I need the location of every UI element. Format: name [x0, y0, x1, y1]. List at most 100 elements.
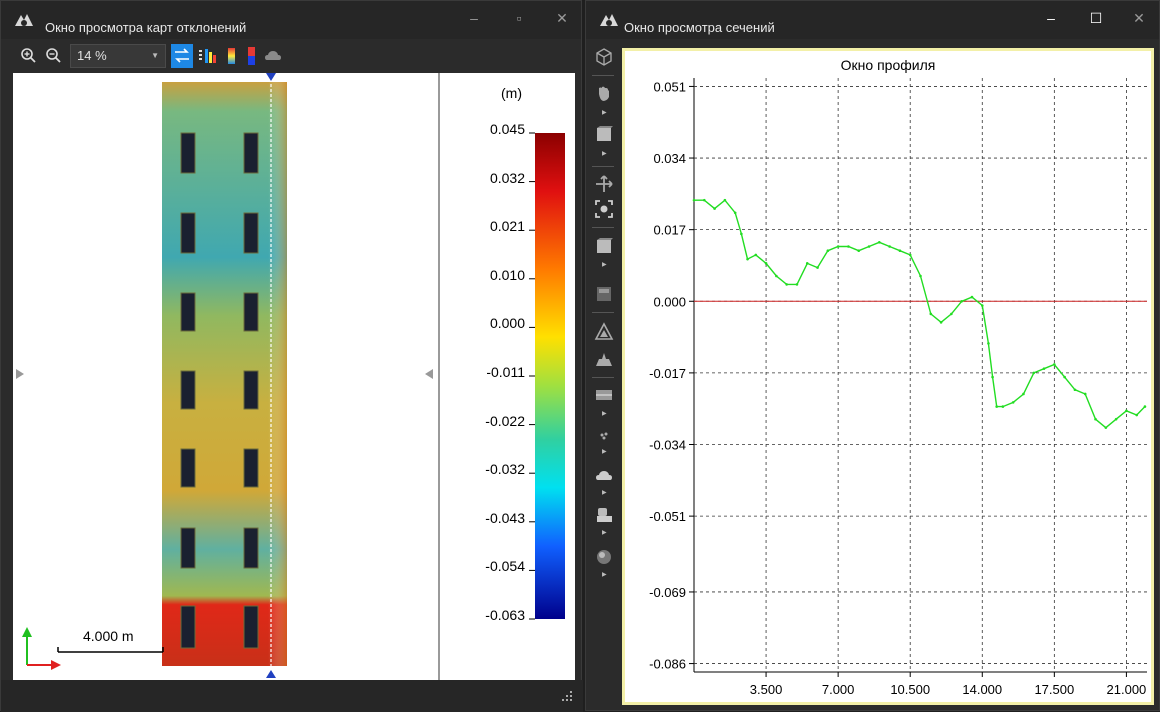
tool-arrow-icon[interactable]: ▶: [602, 529, 607, 536]
minimize-button[interactable]: –: [1038, 7, 1064, 29]
cube-icon[interactable]: [594, 47, 614, 67]
deviation-map-window: Окно просмотра карт отклонений – ▫ ✕ 14 …: [0, 0, 583, 712]
legend-tick-label: -0.054: [485, 558, 525, 575]
profile-data-point: [987, 342, 990, 345]
hand-icon[interactable]: [594, 83, 614, 103]
legend-color-bar: [535, 133, 565, 619]
close-button[interactable]: ✕: [1126, 7, 1152, 29]
profile-data-point: [991, 375, 994, 379]
profile-data-point: [1083, 392, 1087, 396]
plane-icon[interactable]: [594, 385, 614, 405]
tool-arrow-icon[interactable]: ▶: [602, 448, 607, 455]
legend-tick-label: -0.063: [485, 607, 525, 623]
profile-data-point: [995, 405, 998, 408]
zoom-select[interactable]: 14 % ▼: [70, 44, 166, 68]
profile-data-point: [1073, 388, 1077, 392]
profile-data-point: [898, 249, 902, 253]
close-button[interactable]: ✕: [549, 7, 575, 29]
terrain-icon[interactable]: [594, 349, 614, 369]
profile-data-point: [857, 249, 861, 253]
legend-tick-label: -0.043: [485, 509, 525, 526]
profile-data-point: [836, 245, 840, 248]
layer-icon[interactable]: [594, 236, 614, 256]
profile-data-point: [795, 283, 799, 286]
x-tick-label: 14.000: [962, 682, 1002, 697]
box-icon[interactable]: [594, 124, 614, 144]
axis-indicator-icon: [22, 627, 61, 670]
pan-left-arrow[interactable]: [16, 369, 24, 379]
tool-arrow-icon[interactable]: ▶: [602, 109, 607, 116]
profile-data-point: [746, 257, 749, 261]
profile-data-point: [929, 312, 933, 316]
profile-data-point: [775, 274, 778, 278]
section-side-toolbar: ▶ ▶ ▶ ▶ ▶ ▶ ▶ ▶: [586, 39, 620, 599]
deviation-map-titlebar: Окно просмотра карт отклонений – ▫ ✕: [1, 1, 581, 39]
tool-arrow-icon[interactable]: ▶: [602, 410, 607, 417]
section-bottom-marker[interactable]: [266, 670, 276, 678]
minimize-button[interactable]: –: [461, 7, 487, 29]
profile-data-point: [1094, 417, 1097, 421]
y-tick-label: 0.034: [653, 151, 686, 166]
resize-grip-icon[interactable]: [561, 690, 573, 702]
profile-window[interactable]: Окно профиля 0.051 0.034 0.017 0.000 -0.017-…: [622, 48, 1154, 705]
tool-arrow-icon[interactable]: ▶: [602, 150, 607, 157]
profile-data-point: [713, 207, 716, 210]
cloud-icon[interactable]: [594, 465, 614, 485]
zoom-in-icon[interactable]: [19, 45, 39, 67]
cloud-icon[interactable]: [263, 45, 283, 67]
maximize-button[interactable]: ▫: [506, 7, 532, 29]
profile-data-point: [1022, 392, 1025, 396]
tool-arrow-icon[interactable]: ▶: [602, 261, 607, 268]
legend-unit: (m): [501, 85, 522, 101]
section-viewer-window: Окно просмотра сечений – ☐ ✕ ▶ ▶ ▶ ▶ ▶ ▶…: [585, 0, 1160, 711]
fit-icon[interactable]: [594, 199, 614, 219]
legend-tick-label: -0.032: [485, 461, 525, 478]
x-tick-label: 17.500: [1034, 682, 1074, 697]
profile-data-point: [847, 245, 850, 248]
histogram-icon[interactable]: [197, 45, 217, 67]
scanner-icon[interactable]: [594, 505, 614, 525]
x-tick-label: 21.000: [1107, 682, 1147, 697]
profile-data-point: [785, 283, 788, 286]
swap-icon[interactable]: [171, 44, 193, 68]
legend-tick-label: 0.010: [489, 266, 525, 283]
profile-data-point: [1135, 413, 1139, 417]
stack-icon[interactable]: [594, 284, 614, 304]
triangle-icon[interactable]: [594, 322, 614, 342]
maximize-button[interactable]: ☐: [1083, 7, 1109, 29]
x-tick-label: 3.500: [750, 682, 783, 697]
chevron-down-icon: ▼: [151, 51, 159, 60]
y-tick-label: -0.051: [649, 509, 686, 524]
status-bar: [1, 680, 583, 712]
deviation-toolbar: 14 % ▼: [13, 43, 573, 69]
window-title: Окно просмотра карт отклонений: [45, 20, 247, 35]
profile-data-point: [1053, 363, 1056, 366]
tool-arrow-icon[interactable]: ▶: [602, 571, 607, 578]
legend-tick-label: 0.045: [489, 121, 525, 137]
red-blue-scale-icon[interactable]: [242, 45, 262, 67]
tool-arrow-icon[interactable]: ▶: [602, 489, 607, 496]
profile-data-point: [1143, 405, 1147, 408]
move-icon[interactable]: [594, 174, 614, 194]
profile-data-point: [1042, 367, 1046, 370]
legend-tick-label: -0.011: [486, 364, 525, 380]
points-icon[interactable]: [594, 426, 614, 446]
profile-data-point: [867, 245, 871, 248]
profile-data-point: [1032, 371, 1036, 375]
profile-data-point: [754, 253, 758, 257]
app-logo-icon: [15, 14, 33, 26]
profile-data-point: [1125, 409, 1128, 413]
color-scale-icon[interactable]: [222, 45, 242, 67]
profile-data-point: [919, 274, 922, 278]
profile-data-point: [805, 262, 809, 265]
deviation-map-viewport[interactable]: (m) 0.045 0.032 0.021 0.010 0.000 -0.011 -0.02…: [13, 73, 575, 680]
scale-bar-label: 4.000 m: [83, 628, 134, 644]
profile-data-point: [723, 198, 727, 202]
zoom-out-icon[interactable]: [44, 45, 64, 67]
profile-chart: 0.051 0.034 0.017 0.000 -0.017 -0.034 -0.051 -0…: [649, 78, 1147, 697]
section-top-marker[interactable]: [266, 73, 276, 81]
sphere-icon[interactable]: [594, 547, 614, 567]
profile-data-point: [1114, 417, 1118, 421]
zoom-value: 14 %: [77, 48, 107, 63]
pan-right-arrow[interactable]: [425, 369, 433, 379]
